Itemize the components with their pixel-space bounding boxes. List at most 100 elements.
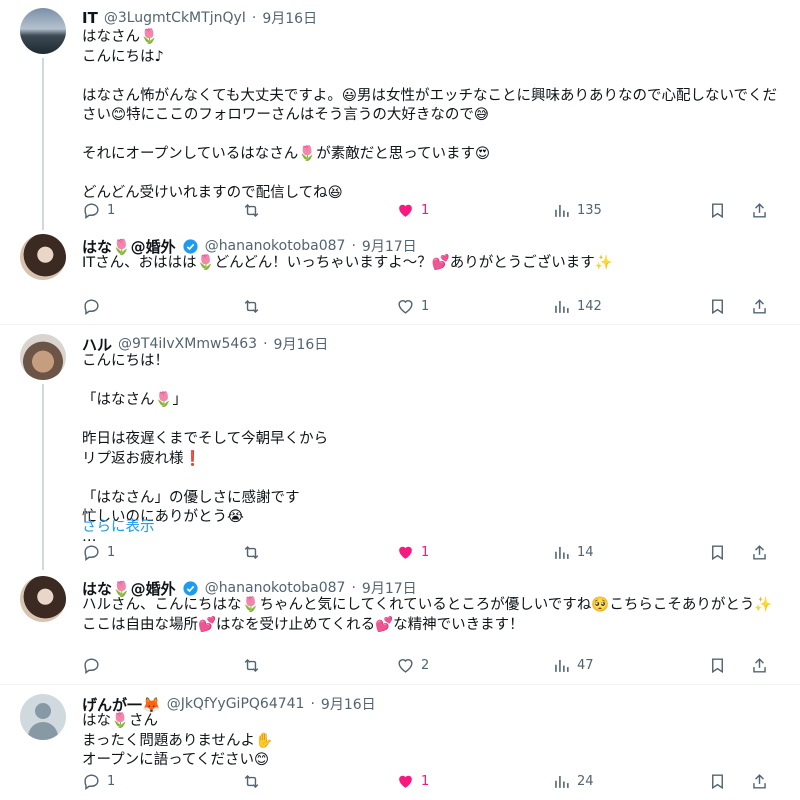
share-button[interactable] xyxy=(750,542,769,562)
like-button[interactable]: 2 xyxy=(396,655,429,675)
avatar[interactable] xyxy=(20,8,66,54)
heart-filled-icon xyxy=(399,546,412,559)
default-avatar-head xyxy=(35,703,51,719)
share-icon xyxy=(753,773,766,789)
tweet[interactable]: はな🌷@婚外 @hananokotoba087 · 9月17日 ITさん、おはは… xyxy=(0,232,800,324)
user-handle[interactable]: @9T4iIvXMmw5463 xyxy=(118,336,257,352)
separator-dot: · xyxy=(351,238,356,254)
bookmark-icon xyxy=(712,773,723,789)
tweet[interactable]: ハル @9T4iIvXMmw5463 · 9月16日 こんにちは！ 「はなさん🌷… xyxy=(0,330,800,570)
retweet-icon xyxy=(244,774,259,788)
reply-button[interactable] xyxy=(82,655,107,675)
reply-count: 1 xyxy=(107,544,116,560)
user-handle[interactable]: @JkQfYyGiPQ64741 xyxy=(167,696,305,712)
bookmark-button[interactable] xyxy=(708,296,727,316)
tweet-date[interactable]: 9月17日 xyxy=(362,236,417,256)
tweet[interactable]: はな🌷@婚外 @hananokotoba087 · 9月17日 ハルさん、こんに… xyxy=(0,574,800,680)
thread-line xyxy=(42,58,44,230)
bookmark-button[interactable] xyxy=(708,200,727,220)
view-count: 142 xyxy=(577,298,602,314)
like-count: 1 xyxy=(421,202,430,218)
share-button[interactable] xyxy=(750,655,769,675)
view-count: 14 xyxy=(577,544,594,560)
bookmark-icon xyxy=(712,298,723,314)
share-button[interactable] xyxy=(750,200,769,220)
views-button[interactable]: 47 xyxy=(552,655,594,675)
share-button[interactable] xyxy=(750,771,769,791)
reply-icon xyxy=(84,773,99,790)
bookmark-button[interactable] xyxy=(708,771,727,791)
retweet-button[interactable] xyxy=(242,200,267,220)
tweet-date[interactable]: 9月16日 xyxy=(274,334,329,354)
heart-icon xyxy=(398,658,413,673)
reply-button[interactable]: 1 xyxy=(82,200,115,220)
like-count: 1 xyxy=(421,544,430,560)
retweet-button[interactable] xyxy=(242,655,267,675)
analytics-icon xyxy=(555,300,569,313)
divider xyxy=(0,324,800,325)
avatar[interactable] xyxy=(20,334,66,380)
bookmark-button[interactable] xyxy=(708,542,727,562)
reply-count: 1 xyxy=(107,202,116,218)
tweet-text: はなさん🌷 こんにちは♪ はなさん怖がんなくても大丈夫ですよ。😃男は女性がエッチ… xyxy=(82,29,778,201)
retweet-icon xyxy=(244,658,259,672)
reply-icon xyxy=(84,298,99,315)
tweet-date[interactable]: 9月16日 xyxy=(262,8,317,28)
view-count: 24 xyxy=(577,773,594,789)
verified-badge-icon xyxy=(183,580,198,596)
views-button[interactable]: 135 xyxy=(552,200,602,220)
separator-dot: · xyxy=(263,336,268,352)
user-handle[interactable]: @hananokotoba087 xyxy=(205,580,346,596)
tweet-actions: 2 47 xyxy=(82,655,772,675)
like-button[interactable]: 1 xyxy=(396,296,429,316)
bookmark-icon xyxy=(712,544,723,560)
avatar[interactable] xyxy=(20,576,66,622)
views-button[interactable]: 142 xyxy=(552,296,602,316)
user-handle[interactable]: @3LugmtCkMTjnQyI xyxy=(104,10,246,26)
views-button[interactable]: 24 xyxy=(552,771,594,791)
bookmark-button[interactable] xyxy=(708,655,727,675)
view-count: 47 xyxy=(577,657,594,673)
like-button[interactable]: 1 xyxy=(396,771,429,791)
user-handle[interactable]: @hananokotoba087 xyxy=(205,238,346,254)
retweet-button[interactable] xyxy=(242,771,267,791)
share-icon xyxy=(753,657,766,673)
reply-icon xyxy=(84,202,99,219)
share-icon xyxy=(753,298,766,314)
heart-icon xyxy=(398,299,413,314)
views-button[interactable]: 14 xyxy=(552,542,594,562)
share-button[interactable] xyxy=(750,296,769,316)
separator-dot: · xyxy=(251,10,257,26)
tweet-text: ハルさん、こんにちはな🌷ちゃんと気にしてくれているところが優しいですね🥺こちらこ… xyxy=(82,597,773,633)
share-icon xyxy=(753,202,766,218)
reply-button[interactable]: 1 xyxy=(82,771,115,791)
bookmark-icon xyxy=(712,202,723,218)
retweet-button[interactable] xyxy=(242,296,267,316)
like-count: 1 xyxy=(421,773,430,789)
show-more-link[interactable]: さらに表示 xyxy=(82,515,155,536)
heart-filled-icon xyxy=(399,204,412,217)
tweet-date[interactable]: 9月17日 xyxy=(362,578,417,598)
tweet[interactable]: げんが一🦊 @JkQfYyGiPQ64741 · 9月16日 はな🌷さん まった… xyxy=(0,690,800,800)
separator-dot: · xyxy=(310,696,315,712)
tweet-date[interactable]: 9月16日 xyxy=(321,694,376,714)
like-count: 2 xyxy=(421,657,430,673)
tweet-text: こんにちは！ 「はなさん🌷」 昨日は夜遅くまでそして今朝早くから リプ返お疲れ様… xyxy=(82,353,329,545)
avatar[interactable] xyxy=(20,694,66,740)
like-button[interactable]: 1 xyxy=(396,542,429,562)
tweet-actions: 1 142 xyxy=(82,296,772,316)
reply-icon xyxy=(84,657,99,674)
reply-icon xyxy=(84,544,99,561)
verified-badge-icon xyxy=(183,238,198,254)
retweet-icon xyxy=(244,203,259,217)
heart-filled-icon xyxy=(399,775,412,788)
retweet-button[interactable] xyxy=(242,542,267,562)
avatar[interactable] xyxy=(20,234,66,280)
like-button[interactable]: 1 xyxy=(396,200,429,220)
tweet[interactable]: IT @3LugmtCkMTjnQyI · 9月16日 はなさん🌷 こんにちは♪… xyxy=(0,0,800,232)
reply-button[interactable] xyxy=(82,296,107,316)
reply-button[interactable]: 1 xyxy=(82,542,115,562)
tweet-text: はな🌷さん まったく問題ありませんよ✋ オープンに語ってください😊 xyxy=(82,713,274,768)
thread-line xyxy=(42,384,44,570)
display-name[interactable]: IT xyxy=(82,9,98,27)
